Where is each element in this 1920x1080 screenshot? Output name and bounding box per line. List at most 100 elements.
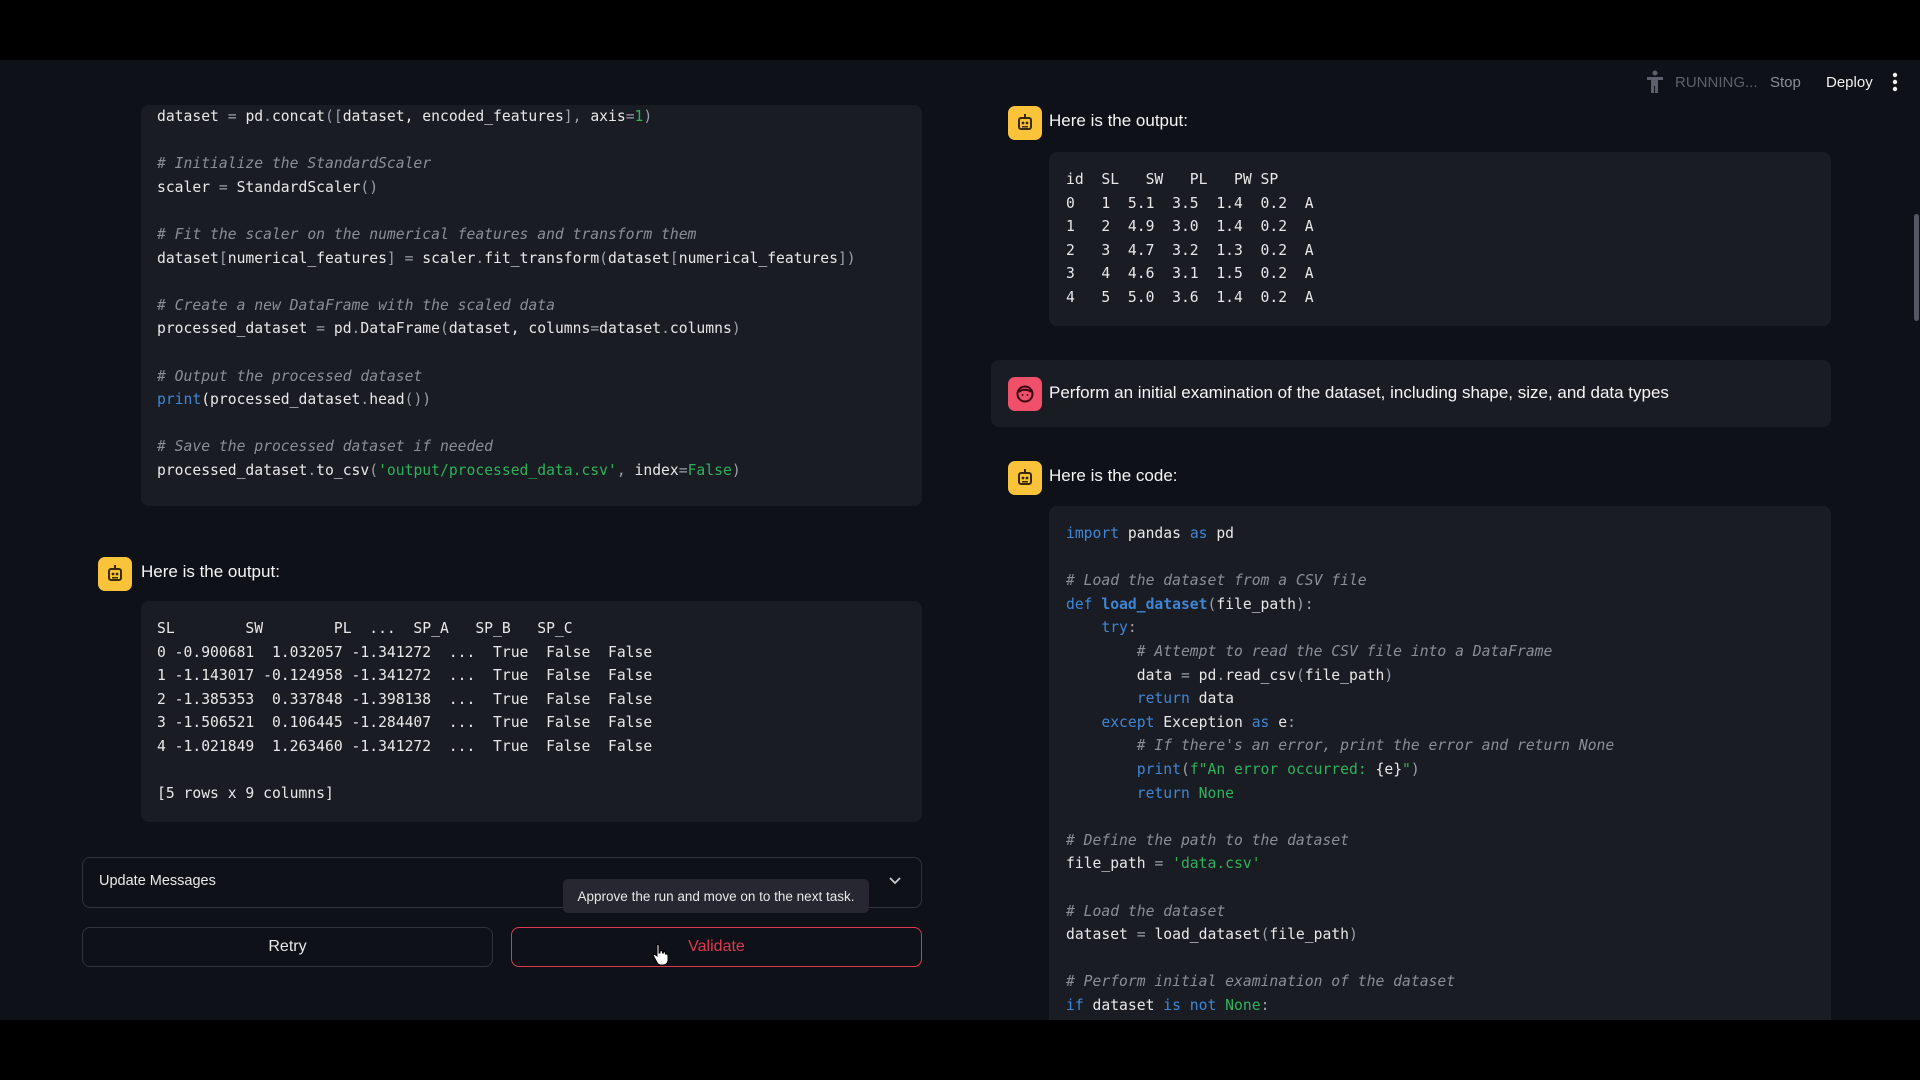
code-token: # If there's an error, print the error a… — [1066, 737, 1615, 755]
code-token: ) — [1410, 760, 1420, 778]
output-content: id SL SW PL PW SP 0 1 5.1 3.5 1.4 0.2 A 1 … — [1066, 168, 1314, 310]
code-token: return — [1066, 690, 1190, 708]
code-token: index — [634, 461, 679, 479]
code-token: return — [1066, 784, 1190, 802]
code-token: head — [369, 391, 405, 409]
code-token: " — [1402, 760, 1411, 778]
code-content: import pandas as pd # Load the dataset fr… — [1066, 522, 1614, 1017]
code-token: = — [316, 320, 334, 338]
output-line: 0 -0.900681 1.032057 -1.341272 ... True … — [157, 643, 653, 661]
code-token: dataset — [157, 108, 228, 125]
code-line: # Perform initial examination of the dat… — [1066, 970, 1614, 994]
code-token: # Load the dataset from a CSV file — [1066, 572, 1367, 590]
assistant-avatar — [1008, 461, 1042, 495]
running-man-icon — [1647, 70, 1663, 93]
code-token: DataFrame — [360, 320, 440, 338]
code-token: {e} — [1375, 760, 1403, 778]
code-token: ( — [599, 249, 609, 267]
deploy-button[interactable]: Deploy — [1826, 70, 1873, 94]
output-line: 2 -1.385353 0.337848 -1.398138 ... True … — [157, 690, 653, 708]
code-token: pd — [333, 320, 352, 338]
code-token: Exception — [1154, 713, 1252, 731]
code-token: try — [1066, 619, 1128, 637]
code-token: dataset — [1083, 996, 1164, 1014]
code-line: file_path = 'data.csv' — [1066, 852, 1614, 876]
code-token: = — [1180, 666, 1199, 684]
code-token: dataset — [157, 249, 219, 267]
code-line: # Output the processed dataset — [157, 365, 856, 389]
code-token: processed_dataset — [157, 320, 317, 338]
code-token: print — [1066, 760, 1181, 778]
code-line: print(processed_dataset.head()) — [157, 388, 856, 412]
code-token: = — [590, 320, 600, 338]
code-line: print(f"An error occurred: {e}") — [1066, 758, 1614, 782]
code-line: dataset = load_dataset(file_path) — [1066, 923, 1614, 947]
validate-button[interactable]: Validate — [511, 927, 922, 967]
code-token: file_path — [1304, 666, 1385, 684]
code-token: dataset, columns — [448, 320, 591, 338]
code-token: [ — [218, 249, 228, 267]
retry-button[interactable]: Retry — [82, 927, 493, 967]
user-message-text: Perform an initial examination of the da… — [1049, 383, 1669, 402]
message-label: Here is the code: — [1049, 466, 1178, 485]
code-token: ( — [369, 461, 379, 479]
code-token: ()) — [404, 391, 432, 409]
code-block: import pandas as pd # Load the dataset fr… — [1049, 506, 1831, 1020]
code-line: except Exception as e: — [1066, 711, 1614, 735]
code-token: ) — [1349, 926, 1358, 944]
code-token: numerical_features — [678, 249, 838, 267]
code-token: . — [1216, 666, 1226, 684]
main-menu-button[interactable] — [1892, 70, 1898, 94]
code-token: data — [1189, 690, 1235, 708]
stop-button[interactable]: Stop — [1770, 70, 1801, 94]
code-token: = — [1154, 855, 1173, 873]
code-line: dataset[numerical_features] = scaler.fit… — [157, 247, 856, 271]
code-token: [ — [669, 249, 679, 267]
status-text: RUNNING... — [1675, 73, 1758, 91]
output-block: id SL SW PL PW SP 0 1 5.1 3.5 1.4 0.2 A 1 … — [1049, 152, 1831, 326]
code-token: pandas — [1119, 525, 1190, 542]
code-token: # Attempt to read the CSV file into a Da… — [1066, 642, 1553, 660]
code-token: pd — [1198, 666, 1217, 684]
code-line: dataset = pd.concat([dataset, encoded_fe… — [157, 105, 856, 129]
code-token: file_path — [1066, 855, 1155, 873]
code-token: if — [1066, 996, 1084, 1014]
output-line: 3 -1.506521 0.106445 -1.284407 ... True … — [157, 714, 653, 732]
output-content: SL SW PL ... SP_A SP_B SP_C 0 -0.900681 1… — [157, 617, 652, 806]
code-token: (processed_dataset — [201, 391, 361, 409]
code-line: import pandas as pd — [1066, 522, 1614, 546]
code-line: # Create a new DataFrame with the scaled… — [157, 294, 856, 318]
code-token: StandardScaler — [236, 178, 361, 196]
code-line: # Save the processed dataset if needed — [157, 435, 856, 459]
scrollbar-thumb[interactable] — [1914, 214, 1919, 321]
robot-icon — [1018, 114, 1032, 130]
code-token: ([ — [325, 108, 343, 125]
assistant-avatar — [1008, 106, 1042, 140]
code-token: . — [475, 249, 485, 267]
message-label: Here is the output: — [141, 562, 280, 581]
code-token: def — [1066, 595, 1102, 613]
code-token: scaler — [157, 178, 219, 196]
code-token: # Create a new DataFrame with the scaled… — [157, 296, 555, 314]
code-token: except — [1066, 713, 1155, 731]
message-label: Here is the output: — [1049, 111, 1188, 130]
code-token: print — [157, 391, 202, 409]
user-avatar — [1008, 377, 1042, 411]
code-token: 'data.csv' — [1172, 855, 1261, 873]
code-token: None — [1216, 996, 1261, 1014]
code-line: data = pd.read_csv(file_path) — [1066, 664, 1614, 688]
code-token: # Define the path to the dataset — [1066, 831, 1349, 849]
code-token: . — [360, 391, 370, 409]
code-token: as — [1251, 713, 1270, 731]
output-line: SL SW PL ... SP_A SP_B SP_C — [157, 620, 573, 637]
expander-label: Update Messages — [99, 873, 216, 889]
code-token: scaler — [422, 249, 476, 267]
code-token: = — [625, 108, 635, 125]
code-token: : — [1287, 713, 1296, 731]
